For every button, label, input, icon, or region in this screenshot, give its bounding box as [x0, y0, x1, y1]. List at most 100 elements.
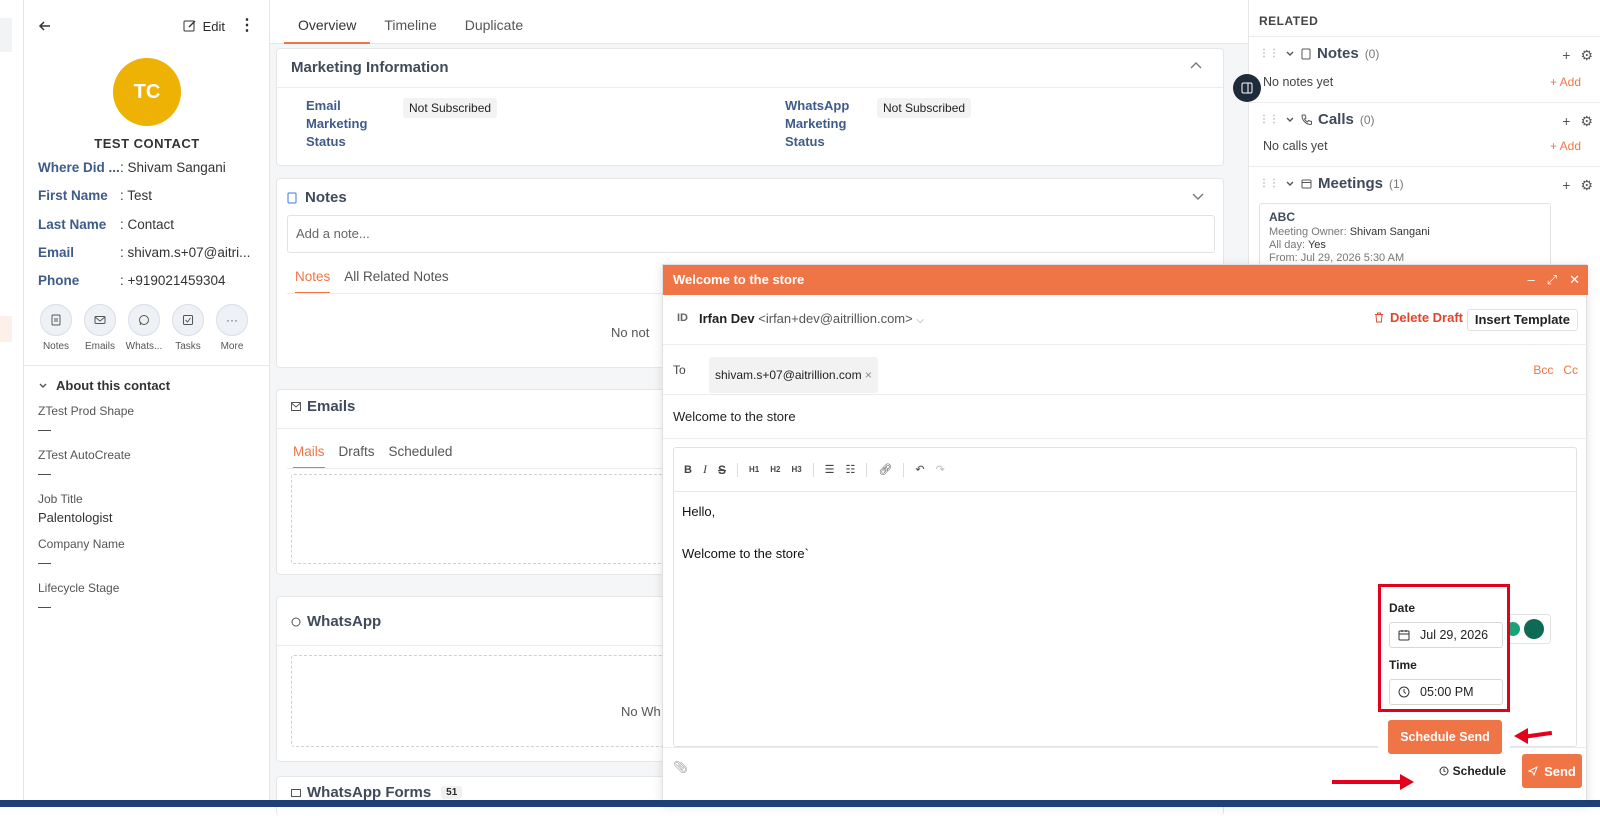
field-value: : Shivam Sangani	[120, 160, 226, 175]
strikethrough-icon[interactable]: S	[718, 463, 726, 477]
heading-3-icon[interactable]: H3	[791, 465, 801, 474]
plus-icon[interactable]: +	[1562, 113, 1570, 130]
emails-title: Emails	[307, 398, 356, 415]
related-notes-header[interactable]: ⋮⋮ Notes (0)	[1259, 45, 1379, 62]
expand-icon[interactable]: ⤢	[1547, 265, 1557, 295]
insert-template-button[interactable]: Insert Template	[1466, 309, 1578, 331]
action-whatsapp[interactable]: Whats...	[126, 304, 162, 352]
field-email: Email: shivam.s+07@aitri...	[38, 245, 266, 260]
send-button[interactable]: Send	[1522, 754, 1582, 788]
avatar-initials: TC	[133, 80, 161, 103]
back-arrow-icon[interactable]	[38, 19, 52, 33]
action-tasks[interactable]: Tasks	[170, 304, 206, 352]
recipient-chip[interactable]: shivam.s+07@aitrillion.com ×	[709, 357, 878, 393]
more-vertical-icon[interactable]: ⋮	[239, 18, 255, 34]
add-note-input[interactable]: Add a note...	[287, 215, 1215, 253]
gear-icon[interactable]: ⚙	[1580, 47, 1593, 64]
add-note-link[interactable]: + Add	[1550, 75, 1581, 89]
related-calls-title: Calls	[1318, 111, 1354, 128]
related-notes-title: Notes	[1317, 45, 1359, 62]
clock-icon	[1439, 766, 1449, 776]
prop-key: Job Title	[38, 492, 83, 506]
from-email: <irfan+dev@aitrillion.com>	[758, 311, 913, 326]
contact-sidebar: Edit ⋮ TC TEST CONTACT Where Did ...: Sh…	[24, 0, 270, 800]
gear-icon[interactable]: ⚙	[1580, 113, 1593, 130]
edit-label: Edit	[202, 18, 225, 34]
note-icon	[51, 314, 61, 326]
body-line[interactable]: Welcome to the store`	[682, 546, 809, 561]
minimize-icon[interactable]: –	[1527, 265, 1534, 295]
about-contact-header[interactable]: About this contact	[38, 378, 170, 393]
chevron-down-icon[interactable]	[1191, 189, 1205, 206]
drag-handle-icon[interactable]: ⋮⋮	[1259, 48, 1279, 59]
to-label: To	[673, 363, 686, 377]
chevron-down-icon	[39, 383, 47, 388]
meeting-title: ABC	[1269, 210, 1295, 224]
notes-subtabs: Notes All Related Notes	[295, 269, 449, 294]
schedule-link[interactable]: Schedule	[1439, 764, 1506, 778]
subtab-notes[interactable]: Notes	[295, 269, 331, 294]
panel-toggle-button[interactable]	[1233, 74, 1261, 102]
section-tools: + ⚙	[1562, 177, 1593, 194]
plus-icon[interactable]: +	[1562, 177, 1570, 194]
edit-button[interactable]: Edit	[183, 19, 225, 34]
meeting-allday-label: All day:	[1269, 239, 1306, 251]
edit-icon	[183, 20, 196, 32]
action-more[interactable]: ··· More	[214, 304, 250, 352]
bcc-toggle[interactable]: Bcc	[1533, 363, 1553, 377]
note-icon	[1301, 48, 1311, 59]
schedule-send-button[interactable]: Schedule Send	[1388, 720, 1502, 754]
field-phone: Phone: +919021459304	[38, 273, 266, 288]
numbered-list-icon[interactable]: ☷	[846, 463, 856, 476]
assistant-icon[interactable]	[1524, 619, 1544, 639]
bold-icon[interactable]: B	[684, 464, 692, 476]
related-meetings-header[interactable]: ⋮⋮ Meetings (1)	[1259, 175, 1404, 192]
time-input[interactable]: 05:00 PM	[1389, 679, 1503, 705]
heading-1-icon[interactable]: H1	[749, 465, 759, 474]
action-notes[interactable]: Notes	[38, 304, 74, 352]
add-call-link[interactable]: + Add	[1550, 139, 1581, 153]
subtab-mails[interactable]: Mails	[293, 444, 325, 469]
prop-value: Palentologist	[38, 510, 113, 525]
delete-draft-button[interactable]: Delete Draft	[1374, 310, 1463, 325]
redo-icon[interactable]: ↷	[936, 463, 945, 476]
drag-handle-icon[interactable]: ⋮⋮	[1259, 114, 1279, 125]
phone-icon	[1301, 114, 1312, 125]
subtab-scheduled[interactable]: Scheduled	[389, 444, 453, 469]
link-icon[interactable]: 🔗︎	[878, 463, 892, 476]
date-input[interactable]: Jul 29, 2026	[1389, 622, 1503, 648]
action-emails[interactable]: Emails	[82, 304, 118, 352]
close-icon[interactable]: ✕	[1569, 265, 1580, 295]
attachment-icon[interactable]: 📎︎	[673, 760, 688, 774]
from-selector[interactable]: Irfan Dev <irfan+dev@aitrillion.com> ⌵	[699, 311, 924, 326]
tab-duplicate[interactable]: Duplicate	[451, 0, 537, 44]
field-where-did: Where Did ...: Shivam Sangani	[38, 160, 266, 175]
action-label: Emails	[84, 341, 115, 352]
chevron-up-icon[interactable]	[1189, 59, 1203, 76]
body-line[interactable]: Hello,	[682, 504, 715, 519]
related-calls-header[interactable]: ⋮⋮ Calls (0)	[1259, 111, 1375, 128]
related-meetings-title: Meetings	[1318, 175, 1384, 192]
email-marketing-label: Email Marketing Status	[306, 98, 368, 149]
field-key: First Name	[38, 188, 108, 203]
undo-icon[interactable]: ↶	[915, 463, 924, 476]
gear-icon[interactable]: ⚙	[1580, 177, 1593, 194]
schedule-popover: Date Jul 29, 2026 Time 05:00 PM Schedule…	[1378, 584, 1510, 764]
subject-input[interactable]: Welcome to the store	[673, 409, 796, 424]
bullet-list-icon[interactable]: ☰	[825, 463, 835, 476]
no-calls-text: No calls yet	[1263, 139, 1328, 153]
tab-overview[interactable]: Overview	[284, 0, 371, 44]
subtab-all-related-notes[interactable]: All Related Notes	[344, 269, 448, 294]
tab-timeline[interactable]: Timeline	[370, 0, 450, 44]
annotation-arrowhead	[1514, 728, 1528, 744]
meeting-card[interactable]: ABC Meeting Owner: Shivam Sangani All da…	[1259, 203, 1551, 267]
italic-icon[interactable]: I	[703, 462, 707, 477]
chip-remove-icon[interactable]: ×	[865, 368, 872, 382]
plus-icon[interactable]: +	[1562, 47, 1570, 64]
drag-handle-icon[interactable]: ⋮⋮	[1259, 178, 1279, 189]
cc-toggle[interactable]: Cc	[1563, 363, 1578, 377]
section-tools: + ⚙	[1562, 47, 1593, 64]
heading-2-icon[interactable]: H2	[770, 465, 780, 474]
marketing-title: Marketing Information	[291, 59, 449, 76]
subtab-drafts[interactable]: Drafts	[339, 444, 375, 469]
